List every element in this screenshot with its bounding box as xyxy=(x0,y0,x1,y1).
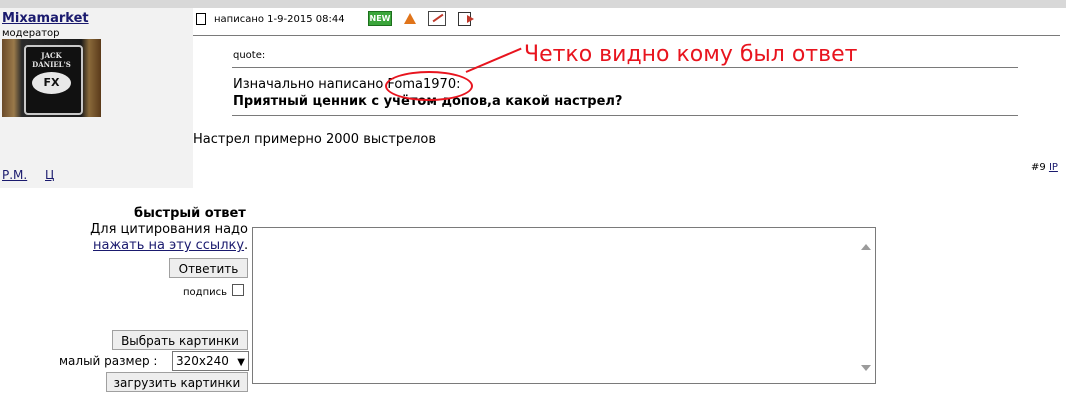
document-icon xyxy=(196,13,206,25)
quick-reply-title: быстрый ответ xyxy=(134,206,246,221)
reply-text: Настрел примерно 2000 выстрелов xyxy=(193,132,437,147)
quote-top-divider xyxy=(193,35,1060,36)
post-actions: NEW xyxy=(368,11,474,26)
upload-images-button[interactable]: загрузить картинки xyxy=(106,372,248,392)
size-select-value: 320x240 xyxy=(176,354,229,368)
quick-reply-hint: Для цитирования надо xyxy=(90,222,248,237)
post-number: #9 IP xyxy=(1031,162,1058,173)
exit-icon[interactable] xyxy=(458,11,474,26)
chevron-down-icon: ▼ xyxy=(237,357,245,368)
size-label: малый размер : xyxy=(59,354,158,368)
annotation-ellipse xyxy=(385,71,473,101)
avatar-brand-text: JACK DANIEL'S xyxy=(32,51,71,69)
size-select[interactable]: 320x240 ▼ xyxy=(172,351,249,371)
ip-link[interactable]: IP xyxy=(1049,162,1058,173)
warning-icon[interactable] xyxy=(404,13,416,24)
quote-instruction-period: . xyxy=(244,238,249,253)
edit-icon[interactable]: NEW xyxy=(368,11,392,26)
private-message-link[interactable]: Р.М. xyxy=(2,168,27,182)
scroll-up-icon[interactable] xyxy=(861,244,871,250)
quote-label: quote: xyxy=(233,50,266,61)
quote-bottom-divider xyxy=(232,115,1018,116)
reply-textarea[interactable] xyxy=(252,227,876,384)
quote-instruction-link[interactable]: нажать на эту ссылку xyxy=(93,238,244,253)
avatar: JACK DANIEL'S FX xyxy=(2,39,101,117)
choose-images-button[interactable]: Выбрать картинки xyxy=(112,330,248,350)
top-bar xyxy=(0,0,1066,8)
avatar-badge: FX xyxy=(32,72,71,94)
post-date: написано 1-9-2015 08:44 xyxy=(214,13,345,25)
quote-link[interactable]: Ц xyxy=(45,168,54,182)
signature-checkbox[interactable] xyxy=(232,284,244,296)
post-number-value: #9 xyxy=(1031,162,1046,173)
pencil-icon[interactable] xyxy=(428,11,446,26)
post-author-role: модератор xyxy=(2,28,60,39)
reply-button[interactable]: Ответить xyxy=(169,258,248,278)
annotation-text: Четко видно кому был ответ xyxy=(524,42,858,67)
scroll-down-icon[interactable] xyxy=(861,365,871,371)
post-meta: написано 1-9-2015 08:44 xyxy=(196,13,345,25)
signature-label: подпись xyxy=(183,287,227,298)
quote-inner-divider xyxy=(232,67,1018,68)
post-author-link[interactable]: Mixamarket xyxy=(2,11,89,26)
